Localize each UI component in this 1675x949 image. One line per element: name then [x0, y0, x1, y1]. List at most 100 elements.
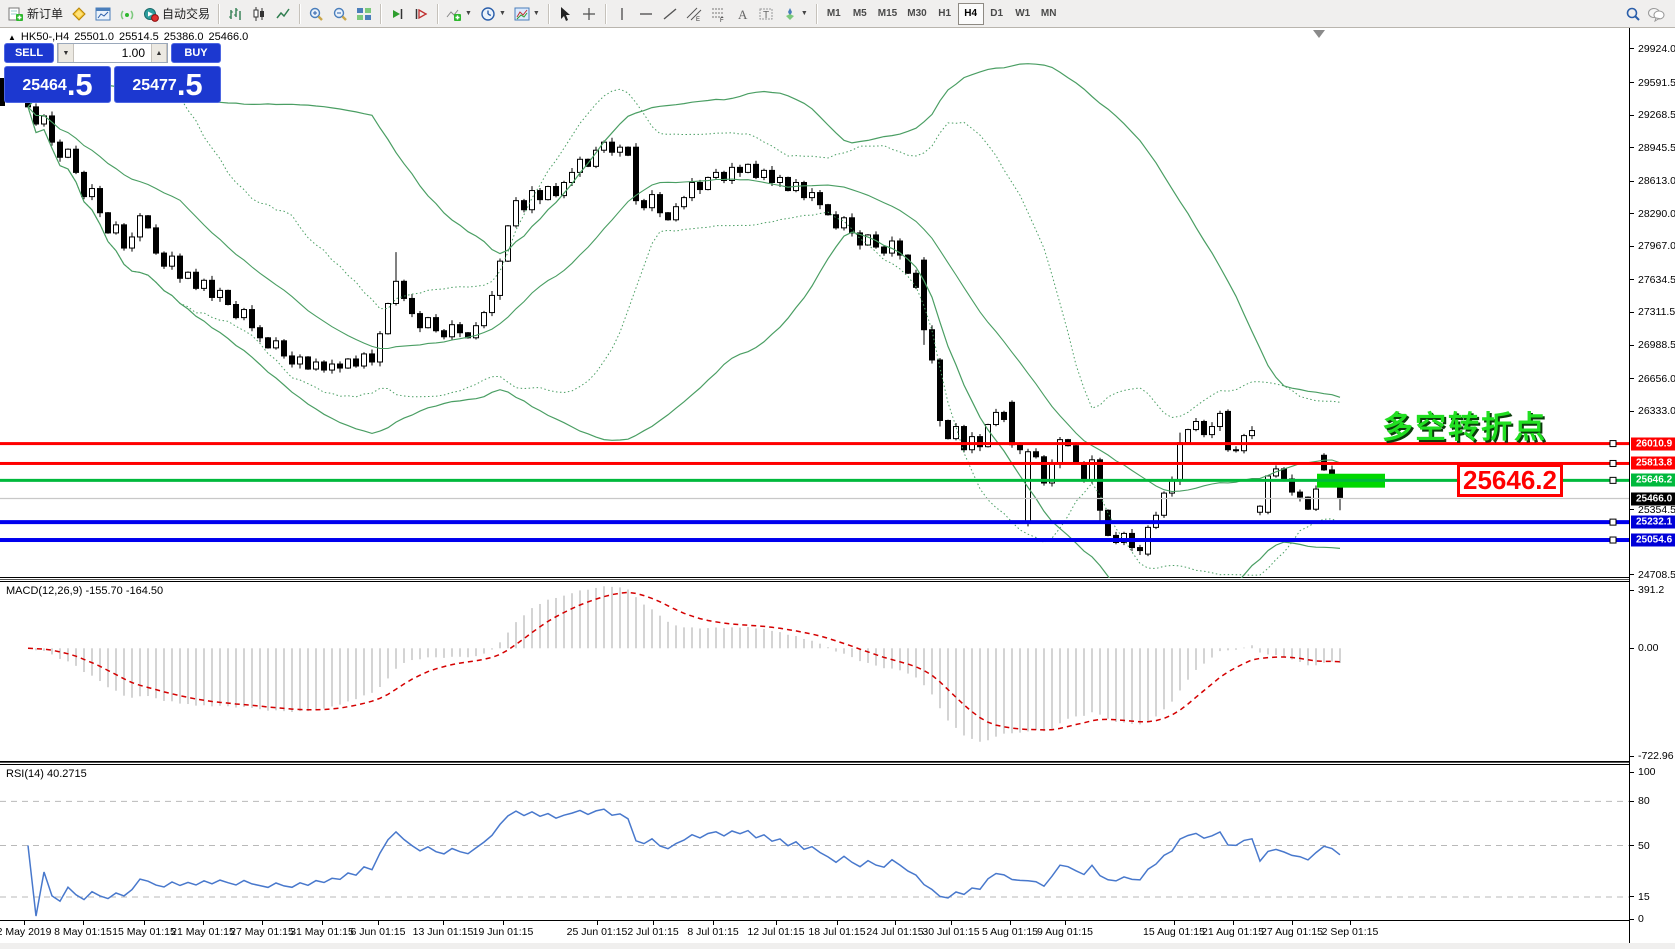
channel-icon: E — [686, 6, 702, 22]
candle-up — [714, 172, 719, 177]
candle-down — [930, 330, 935, 360]
line-handle[interactable] — [1610, 460, 1616, 466]
candle-down — [946, 420, 951, 438]
horizontal-line[interactable] — [0, 462, 1629, 465]
indicator-axis-label: 0 — [1638, 913, 1644, 925]
candle-down — [122, 225, 127, 248]
timeframe-button-d1[interactable]: D1 — [984, 3, 1010, 25]
time-tick-mark — [1350, 921, 1351, 925]
price-scale[interactable]: 29924.029591.529268.528945.528613.028290… — [1629, 28, 1675, 943]
one-click-trading-panel: SELL ▼ 1.00 ▲ BUY 25464.5 25477.5 — [4, 43, 221, 103]
svg-text:A: A — [738, 7, 748, 22]
horizontal-line[interactable] — [0, 479, 1629, 482]
volume-increase-button[interactable]: ▲ — [151, 44, 167, 62]
line-handle[interactable] — [1610, 537, 1616, 543]
collapse-arrow-icon[interactable]: ▲ — [8, 33, 16, 42]
signal-button[interactable] — [115, 2, 139, 26]
line-handle[interactable] — [1610, 477, 1616, 483]
line-handle[interactable] — [1610, 441, 1616, 447]
macd-canvas[interactable] — [0, 582, 1629, 762]
zoom-out-button[interactable] — [328, 2, 352, 26]
chart-shift-marker-icon[interactable] — [1313, 30, 1325, 38]
candlestick-button[interactable] — [247, 2, 271, 26]
timeframe-button-m30[interactable]: M30 — [902, 3, 931, 25]
axis-tick-mark — [1630, 181, 1634, 182]
candle-up — [490, 295, 495, 312]
candle-down — [786, 177, 791, 190]
timeframe-button-m15[interactable]: M15 — [873, 3, 902, 25]
line-chart-button[interactable] — [271, 2, 295, 26]
price-badge: 25646.2 — [1631, 474, 1675, 487]
crosshair-icon — [581, 6, 597, 22]
candle-up — [138, 216, 143, 237]
timeframe-button-h1[interactable]: H1 — [932, 3, 958, 25]
rsi-canvas[interactable] — [0, 765, 1629, 921]
horizontal-line-button[interactable] — [634, 2, 658, 26]
bar-chart-button[interactable] — [223, 2, 247, 26]
market-watch-button[interactable] — [67, 2, 91, 26]
horizontal-line[interactable] — [0, 520, 1629, 524]
sell-button[interactable]: SELL — [4, 43, 54, 63]
fibonacci-button[interactable]: F — [706, 2, 730, 26]
volume-input[interactable]: 1.00 — [74, 44, 151, 62]
time-axis-label: 24 Jul 01:15 — [866, 926, 923, 938]
vertical-line-button[interactable] — [610, 2, 634, 26]
sell-price-display[interactable]: 25464.5 — [4, 66, 111, 103]
zoom-in-button[interactable] — [304, 2, 328, 26]
candle-up — [682, 198, 687, 207]
new-order-button[interactable]: 新订单 — [4, 2, 67, 26]
auto-scroll-button[interactable] — [385, 2, 409, 26]
candle-up — [994, 412, 999, 424]
horizontal-line[interactable] — [0, 538, 1629, 542]
candle-up — [506, 226, 511, 261]
search-icon[interactable] — [1625, 6, 1641, 22]
axis-tick-mark — [1630, 756, 1634, 757]
candle-up — [706, 177, 711, 189]
templates-button[interactable]: ▼ — [510, 2, 544, 26]
candle-down — [642, 201, 647, 208]
axis-tick-mark — [1630, 147, 1634, 148]
turning-point-annotation[interactable]: 多空转折点 — [1382, 402, 1547, 447]
axis-tick-mark — [1630, 246, 1634, 247]
time-axis[interactable]: 2 May 20198 May 01:1515 May 01:1521 May … — [0, 921, 1629, 943]
timeframe-button-w1[interactable]: W1 — [1010, 3, 1036, 25]
time-tick-mark — [262, 921, 263, 925]
axis-tick-mark — [1630, 345, 1634, 346]
candle-up — [514, 201, 519, 226]
volume-decrease-button[interactable]: ▼ — [58, 44, 74, 62]
timeframe-button-m5[interactable]: M5 — [847, 3, 873, 25]
buy-price-display[interactable]: 25477.5 — [114, 66, 221, 103]
candle-up — [242, 310, 247, 318]
text-label-button[interactable]: T — [754, 2, 778, 26]
text-button[interactable]: A — [730, 2, 754, 26]
chart-window-button[interactable] — [91, 2, 115, 26]
line-handle[interactable] — [1610, 519, 1616, 525]
new-order-label: 新订单 — [27, 5, 63, 22]
crosshair-button[interactable] — [577, 2, 601, 26]
shapes-button[interactable]: ▼ — [778, 2, 812, 26]
time-axis-label: 27 Aug 01:15 — [1261, 926, 1323, 938]
candle-down — [194, 272, 199, 288]
price-callout-label[interactable]: 25646.2 — [1457, 464, 1563, 497]
auto-trading-button[interactable]: 自动交易 — [139, 2, 214, 26]
channel-button[interactable]: E — [682, 2, 706, 26]
candlestick-icon — [251, 6, 267, 22]
candle-down — [258, 328, 263, 338]
indicator-axis-label: 0.00 — [1638, 642, 1658, 654]
time-axis-label: 18 Jul 01:15 — [808, 926, 865, 938]
main-chart-canvas[interactable] — [0, 28, 1629, 578]
candle-down — [522, 201, 527, 210]
timeframe-button-mn[interactable]: MN — [1036, 3, 1062, 25]
periods-button[interactable]: ▼ — [476, 2, 510, 26]
timeframe-button-h4[interactable]: H4 — [958, 3, 984, 25]
candle-up — [1162, 493, 1167, 515]
buy-button[interactable]: BUY — [171, 43, 221, 63]
chat-icon[interactable] — [1647, 6, 1665, 22]
chart-shift-button[interactable] — [409, 2, 433, 26]
candle-up — [482, 313, 487, 326]
trendline-button[interactable] — [658, 2, 682, 26]
cursor-button[interactable] — [553, 2, 577, 26]
tile-windows-button[interactable] — [352, 2, 376, 26]
indicators-button[interactable]: ▼ — [442, 2, 476, 26]
timeframe-button-m1[interactable]: M1 — [821, 3, 847, 25]
